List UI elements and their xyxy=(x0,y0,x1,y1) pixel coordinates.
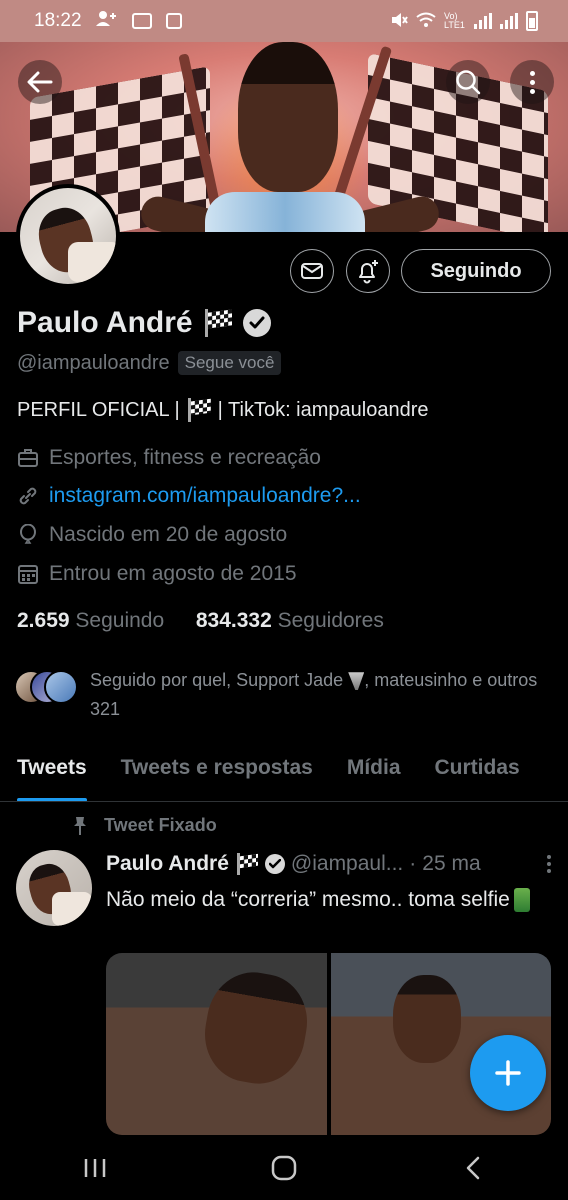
pin-icon xyxy=(70,816,90,836)
checkered-flag-icon xyxy=(235,853,259,875)
status-left: 18:22 xyxy=(34,10,182,32)
followed-by-text: Seguido por quel, Support Jade , mateusi… xyxy=(90,666,550,724)
followers-count: 834.332 xyxy=(195,609,272,632)
tweet-image-1[interactable] xyxy=(106,953,327,1135)
profile-link: instagram.com/iampauloandre?... xyxy=(17,484,361,508)
bio-prefix: PERFIL OFICIAL | xyxy=(17,398,180,421)
recent-apps-icon xyxy=(84,1158,105,1177)
status-time: 18:22 xyxy=(34,10,82,31)
home-icon xyxy=(271,1155,297,1180)
followed-by-prefix: Seguido por quel, Support Jade xyxy=(90,670,344,690)
recent-apps-button[interactable] xyxy=(65,1143,125,1193)
profile-category: Esportes, fitness e recreação xyxy=(17,446,321,470)
profile-tabs: Tweets Tweets e respostas Mídia Curtidas xyxy=(0,742,568,802)
signal-icon xyxy=(474,13,492,29)
search-icon xyxy=(456,70,481,95)
pinned-label-text: Tweet Fixado xyxy=(104,815,217,835)
battery-icon xyxy=(526,11,538,31)
following-count: 2.659 xyxy=(17,609,70,632)
following-label: Seguindo xyxy=(75,609,165,632)
bio-suffix: | TikTok: iampauloandre xyxy=(217,398,429,421)
search-button[interactable] xyxy=(446,60,490,104)
plus-icon xyxy=(495,1060,521,1086)
link-icon xyxy=(17,485,39,507)
tab-tweets[interactable]: Tweets xyxy=(0,742,104,801)
tweet-header: Paulo André @iampaul... · 25 ma xyxy=(106,852,551,876)
bell-plus-icon xyxy=(359,260,378,284)
profile-name-row: Paulo André xyxy=(17,306,271,340)
birthday-text: Nascido em 20 de agosto xyxy=(49,523,288,546)
followed-by-avatars xyxy=(14,670,78,704)
tweet-body: Não meio da “correria” mesmo.. toma self… xyxy=(106,888,510,911)
banner-person xyxy=(238,42,338,192)
arrow-left-icon xyxy=(27,71,53,93)
profile-avatar[interactable] xyxy=(16,184,120,288)
status-bar: 18:22 Vo) LTE1 xyxy=(0,0,568,42)
checkered-flag-icon xyxy=(186,398,212,422)
notifications-button[interactable] xyxy=(346,249,390,293)
wifi-icon xyxy=(416,12,436,31)
tweet-author-handle: @iampaul... xyxy=(290,852,404,875)
following-stat[interactable]: 2.659 Seguindo xyxy=(17,609,164,632)
mail-icon xyxy=(301,263,323,279)
tweet-author-name[interactable]: Paulo André xyxy=(106,852,229,876)
website-link[interactable]: instagram.com/iampauloandre?... xyxy=(49,484,361,508)
selfie-emoji-icon xyxy=(513,888,530,913)
profile-joined: Entrou em agosto de 2015 xyxy=(17,562,297,586)
more-vertical-icon xyxy=(529,70,535,94)
home-button[interactable] xyxy=(254,1143,314,1193)
chevron-left-icon xyxy=(467,1156,480,1179)
back-nav-button[interactable] xyxy=(443,1143,503,1193)
more-options-button[interactable] xyxy=(510,60,554,104)
profile-name: Paulo André xyxy=(17,306,193,339)
tweet-separator: · xyxy=(409,852,417,875)
android-navigation-bar xyxy=(0,1135,568,1200)
voicemail-icon xyxy=(131,13,152,29)
checkered-flag-icon xyxy=(203,309,233,337)
joined-text: Entrou em agosto de 2015 xyxy=(49,562,297,585)
followed-by[interactable]: Seguido por quel, Support Jade , mateusi… xyxy=(14,670,550,724)
pinned-tweet-label: Tweet Fixado xyxy=(70,815,217,836)
profile-stats: 2.659 Seguindo 834.332 Seguidores xyxy=(17,609,384,633)
followers-stat[interactable]: 834.332 Seguidores xyxy=(196,609,384,632)
tweet-more-button[interactable] xyxy=(547,855,551,873)
profile-birthday: Nascido em 20 de agosto xyxy=(17,523,287,547)
profile-bio: PERFIL OFICIAL | | TikTok: iampauloandre xyxy=(17,398,429,422)
balloon-icon xyxy=(17,524,39,546)
verified-badge-icon xyxy=(264,854,285,874)
app-notification-icon xyxy=(165,13,182,29)
follows-you-badge: Segue você xyxy=(177,351,282,375)
briefcase-icon xyxy=(17,447,39,469)
message-button[interactable] xyxy=(290,249,334,293)
calendar-icon xyxy=(17,563,39,585)
tornado-emoji-icon xyxy=(348,672,365,691)
tweet-text: Não meio da “correria” mesmo.. toma self… xyxy=(106,884,536,916)
tab-likes[interactable]: Curtidas xyxy=(418,742,537,801)
back-button[interactable] xyxy=(18,60,62,104)
banner-shirt xyxy=(205,192,365,232)
followers-label: Seguidores xyxy=(277,609,384,632)
avatar-cloth xyxy=(68,242,116,282)
more-vertical-icon xyxy=(547,855,551,873)
verified-badge-icon[interactable] xyxy=(242,309,271,337)
signal-icon-2 xyxy=(500,13,518,29)
avatar-cloth xyxy=(52,892,92,926)
following-button[interactable]: Seguindo xyxy=(401,249,551,293)
profile-handle: @iampauloandre xyxy=(17,351,170,374)
tweet-author-avatar[interactable] xyxy=(16,850,92,926)
tweet-time: 25 ma xyxy=(422,852,481,875)
avatar xyxy=(44,670,78,704)
mute-icon xyxy=(390,12,408,31)
tab-media[interactable]: Mídia xyxy=(330,742,418,801)
compose-tweet-button[interactable] xyxy=(470,1035,546,1111)
user-add-icon xyxy=(95,10,118,32)
status-right: Vo) LTE1 xyxy=(390,11,538,31)
network-label: Vo) LTE1 xyxy=(444,11,465,30)
profile-handle-row: @iampauloandre Segue você xyxy=(17,351,282,375)
category-text: Esportes, fitness e recreação xyxy=(49,446,321,469)
tab-tweets-and-replies[interactable]: Tweets e respostas xyxy=(104,742,330,801)
